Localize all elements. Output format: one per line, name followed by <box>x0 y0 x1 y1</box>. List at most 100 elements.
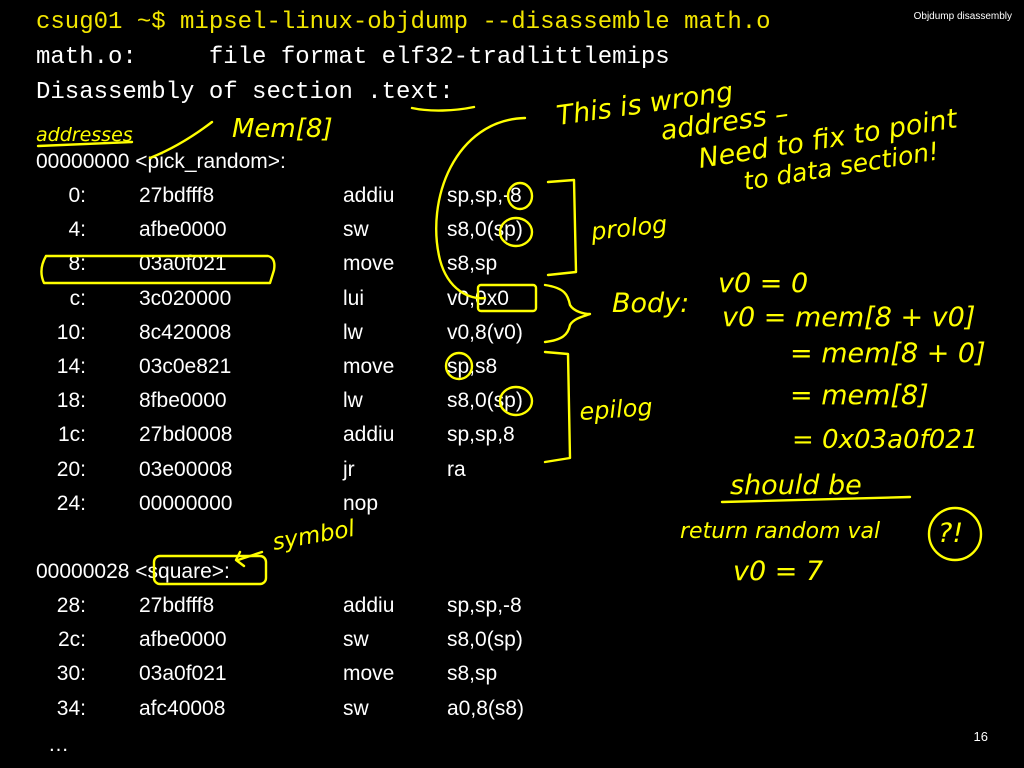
instruction-operands: s8,0(sp) <box>447 218 523 242</box>
instruction-operands: sp,s8 <box>447 355 498 378</box>
instruction-row: 0: 27bdfff8 addiu sp,sp,-8 <box>0 184 620 218</box>
annotation-qmark: ?! <box>938 518 963 549</box>
instruction-operands: s8,sp <box>447 662 498 686</box>
instruction-row: 1c: 27bd0008 addiu sp,sp,8 <box>0 423 620 457</box>
underline-text-mark <box>410 105 476 112</box>
section-name: text <box>381 79 440 106</box>
instruction-offset: c: <box>69 286 86 310</box>
qmark-circle <box>927 506 983 562</box>
instruction-row: 4: afbe0000 sw s8,0(sp) <box>0 218 620 252</box>
instruction-opcode: move <box>343 355 395 378</box>
annotation-mem8: Mem[8] <box>232 114 333 144</box>
instruction-offset: 8: <box>68 252 86 276</box>
instruction-opcode: lw <box>343 320 363 344</box>
instruction-row: 28: 27bdfff8 addiu sp,sp,-8 <box>0 594 620 628</box>
instruction-hex: 03a0f021 <box>139 662 227 686</box>
slide: Objdump disassembly csug01 ~$ mipsel-lin… <box>0 0 1024 768</box>
instruction-hex: 03c0e821 <box>139 355 232 378</box>
instruction-opcode: addiu <box>343 423 395 447</box>
instruction-row: 30: 03a0f021 move s8,sp <box>0 662 620 696</box>
square-address: 00000028 <box>36 560 136 583</box>
instruction-row: 34: afc40008 sw a0,8(s8) <box>0 697 620 731</box>
instruction-operands: v0,0x0 <box>447 286 509 310</box>
annotation-wrong-3: Need to fix to point <box>696 103 960 175</box>
annotation-should-be: should be <box>730 470 862 501</box>
annotation-calc-3: = mem[8 + 0] <box>790 338 986 369</box>
annotation-addresses: addresses <box>36 124 133 146</box>
instruction-hex: 27bdfff8 <box>139 594 215 617</box>
instruction-row: 14: 03c0e821 move sp,s8 <box>0 355 620 389</box>
instruction-offset: 24: <box>56 491 86 515</box>
instruction-offset: 20: <box>56 457 86 481</box>
instruction-operands: s8,0(sp) <box>447 628 523 652</box>
instruction-opcode: sw <box>343 218 369 242</box>
instruction-opcode: addiu <box>343 594 395 617</box>
instruction-opcode: jr <box>343 457 355 481</box>
instruction-hex: 27bdfff8 <box>139 184 215 207</box>
shell-command: csug01 ~$ mipsel-linux-objdump --disasse… <box>36 9 771 36</box>
instruction-offset: 14: <box>56 355 86 378</box>
instruction-row: 8: 03a0f021 move s8,sp <box>0 252 620 286</box>
instruction-operands: s8,0(sp) <box>447 389 523 413</box>
slide-corner-title: Objdump disassembly <box>913 11 1012 22</box>
instruction-row: 18: 8fbe0000 lw s8,0(sp) <box>0 389 620 423</box>
instruction-hex: 00000000 <box>139 491 233 515</box>
instruction-hex: 03a0f021 <box>139 252 227 276</box>
instruction-row: 24: 00000000 nop <box>0 492 620 526</box>
instruction-opcode: sw <box>343 628 369 652</box>
instruction-offset: 1c: <box>57 423 86 447</box>
annotation-wrong-2: address – <box>659 98 791 147</box>
section-suffix: : <box>439 79 454 106</box>
instruction-row: 10: 8c420008 lw v0,8(v0) <box>0 321 620 355</box>
instruction-opcode: lui <box>343 286 365 310</box>
instruction-operands: a0,8(s8) <box>447 696 525 720</box>
instruction-opcode: nop <box>343 491 379 515</box>
square-header-suffix: : <box>224 560 230 583</box>
annotation-calc-4: = mem[8] <box>790 380 929 411</box>
instruction-opcode: sw <box>343 696 369 720</box>
symbol-arrow <box>234 550 264 568</box>
instruction-offset: 18: <box>56 389 86 413</box>
instruction-hex: afbe0000 <box>139 218 227 242</box>
should-be-underline <box>720 495 912 504</box>
instruction-offset: 2c: <box>57 628 86 652</box>
instruction-hex: 3c020000 <box>139 286 232 310</box>
instruction-operands: sp,sp,8 <box>447 423 515 447</box>
function-header-square: 00000028 <square>: <box>36 560 230 584</box>
instruction-row: 20: 03e00008 jr ra <box>0 458 620 492</box>
annotation-v0-7: v0 = 7 <box>733 556 823 587</box>
function-header-pick-random: 00000000 <pick_random>: <box>36 150 286 173</box>
instruction-hex: 8c420008 <box>139 320 232 344</box>
instruction-offset: 10: <box>56 320 86 344</box>
instruction-hex: 8fbe0000 <box>139 389 227 413</box>
instruction-hex: afbe0000 <box>139 628 227 652</box>
instruction-operands: sp,sp,-8 <box>447 184 522 207</box>
instruction-operands: v0,8(v0) <box>447 320 523 344</box>
annotation-wrong-4: to data section! <box>741 136 940 196</box>
annotation-wrong-1: This is wrong <box>555 76 735 131</box>
annotation-return-val: return random val <box>680 519 880 544</box>
instruction-offset: 34: <box>56 696 86 720</box>
instruction-opcode: move <box>343 252 395 276</box>
section-prefix: Disassembly of section . <box>36 79 382 106</box>
instruction-offset: 4: <box>68 218 86 242</box>
annotation-body: Body: <box>612 288 689 319</box>
addresses-underline <box>36 140 134 148</box>
instruction-offset: 30: <box>56 662 86 686</box>
page-number: 16 <box>973 729 988 744</box>
instruction-offset: 0: <box>68 184 86 207</box>
continuation-ellipsis: … <box>48 733 69 756</box>
instruction-opcode: lw <box>343 389 363 413</box>
square-symbol: <square> <box>135 560 225 583</box>
instruction-hex: 27bd0008 <box>139 423 233 447</box>
instruction-opcode: move <box>343 662 395 686</box>
instruction-operands: sp,sp,-8 <box>447 594 522 617</box>
section-line: Disassembly of section .text: <box>36 79 454 106</box>
instruction-row: 2c: afbe0000 sw s8,0(sp) <box>0 628 620 662</box>
instruction-opcode: addiu <box>343 184 395 207</box>
instruction-hex: 03e00008 <box>139 457 233 481</box>
annotation-calc-2: v0 = mem[8 + v0] <box>722 302 975 333</box>
annotation-calc-1: v0 = 0 <box>718 268 808 299</box>
file-format-line: math.o: file format elf32-tradlittlemips <box>36 44 670 71</box>
instruction-operands: s8,sp <box>447 252 498 276</box>
